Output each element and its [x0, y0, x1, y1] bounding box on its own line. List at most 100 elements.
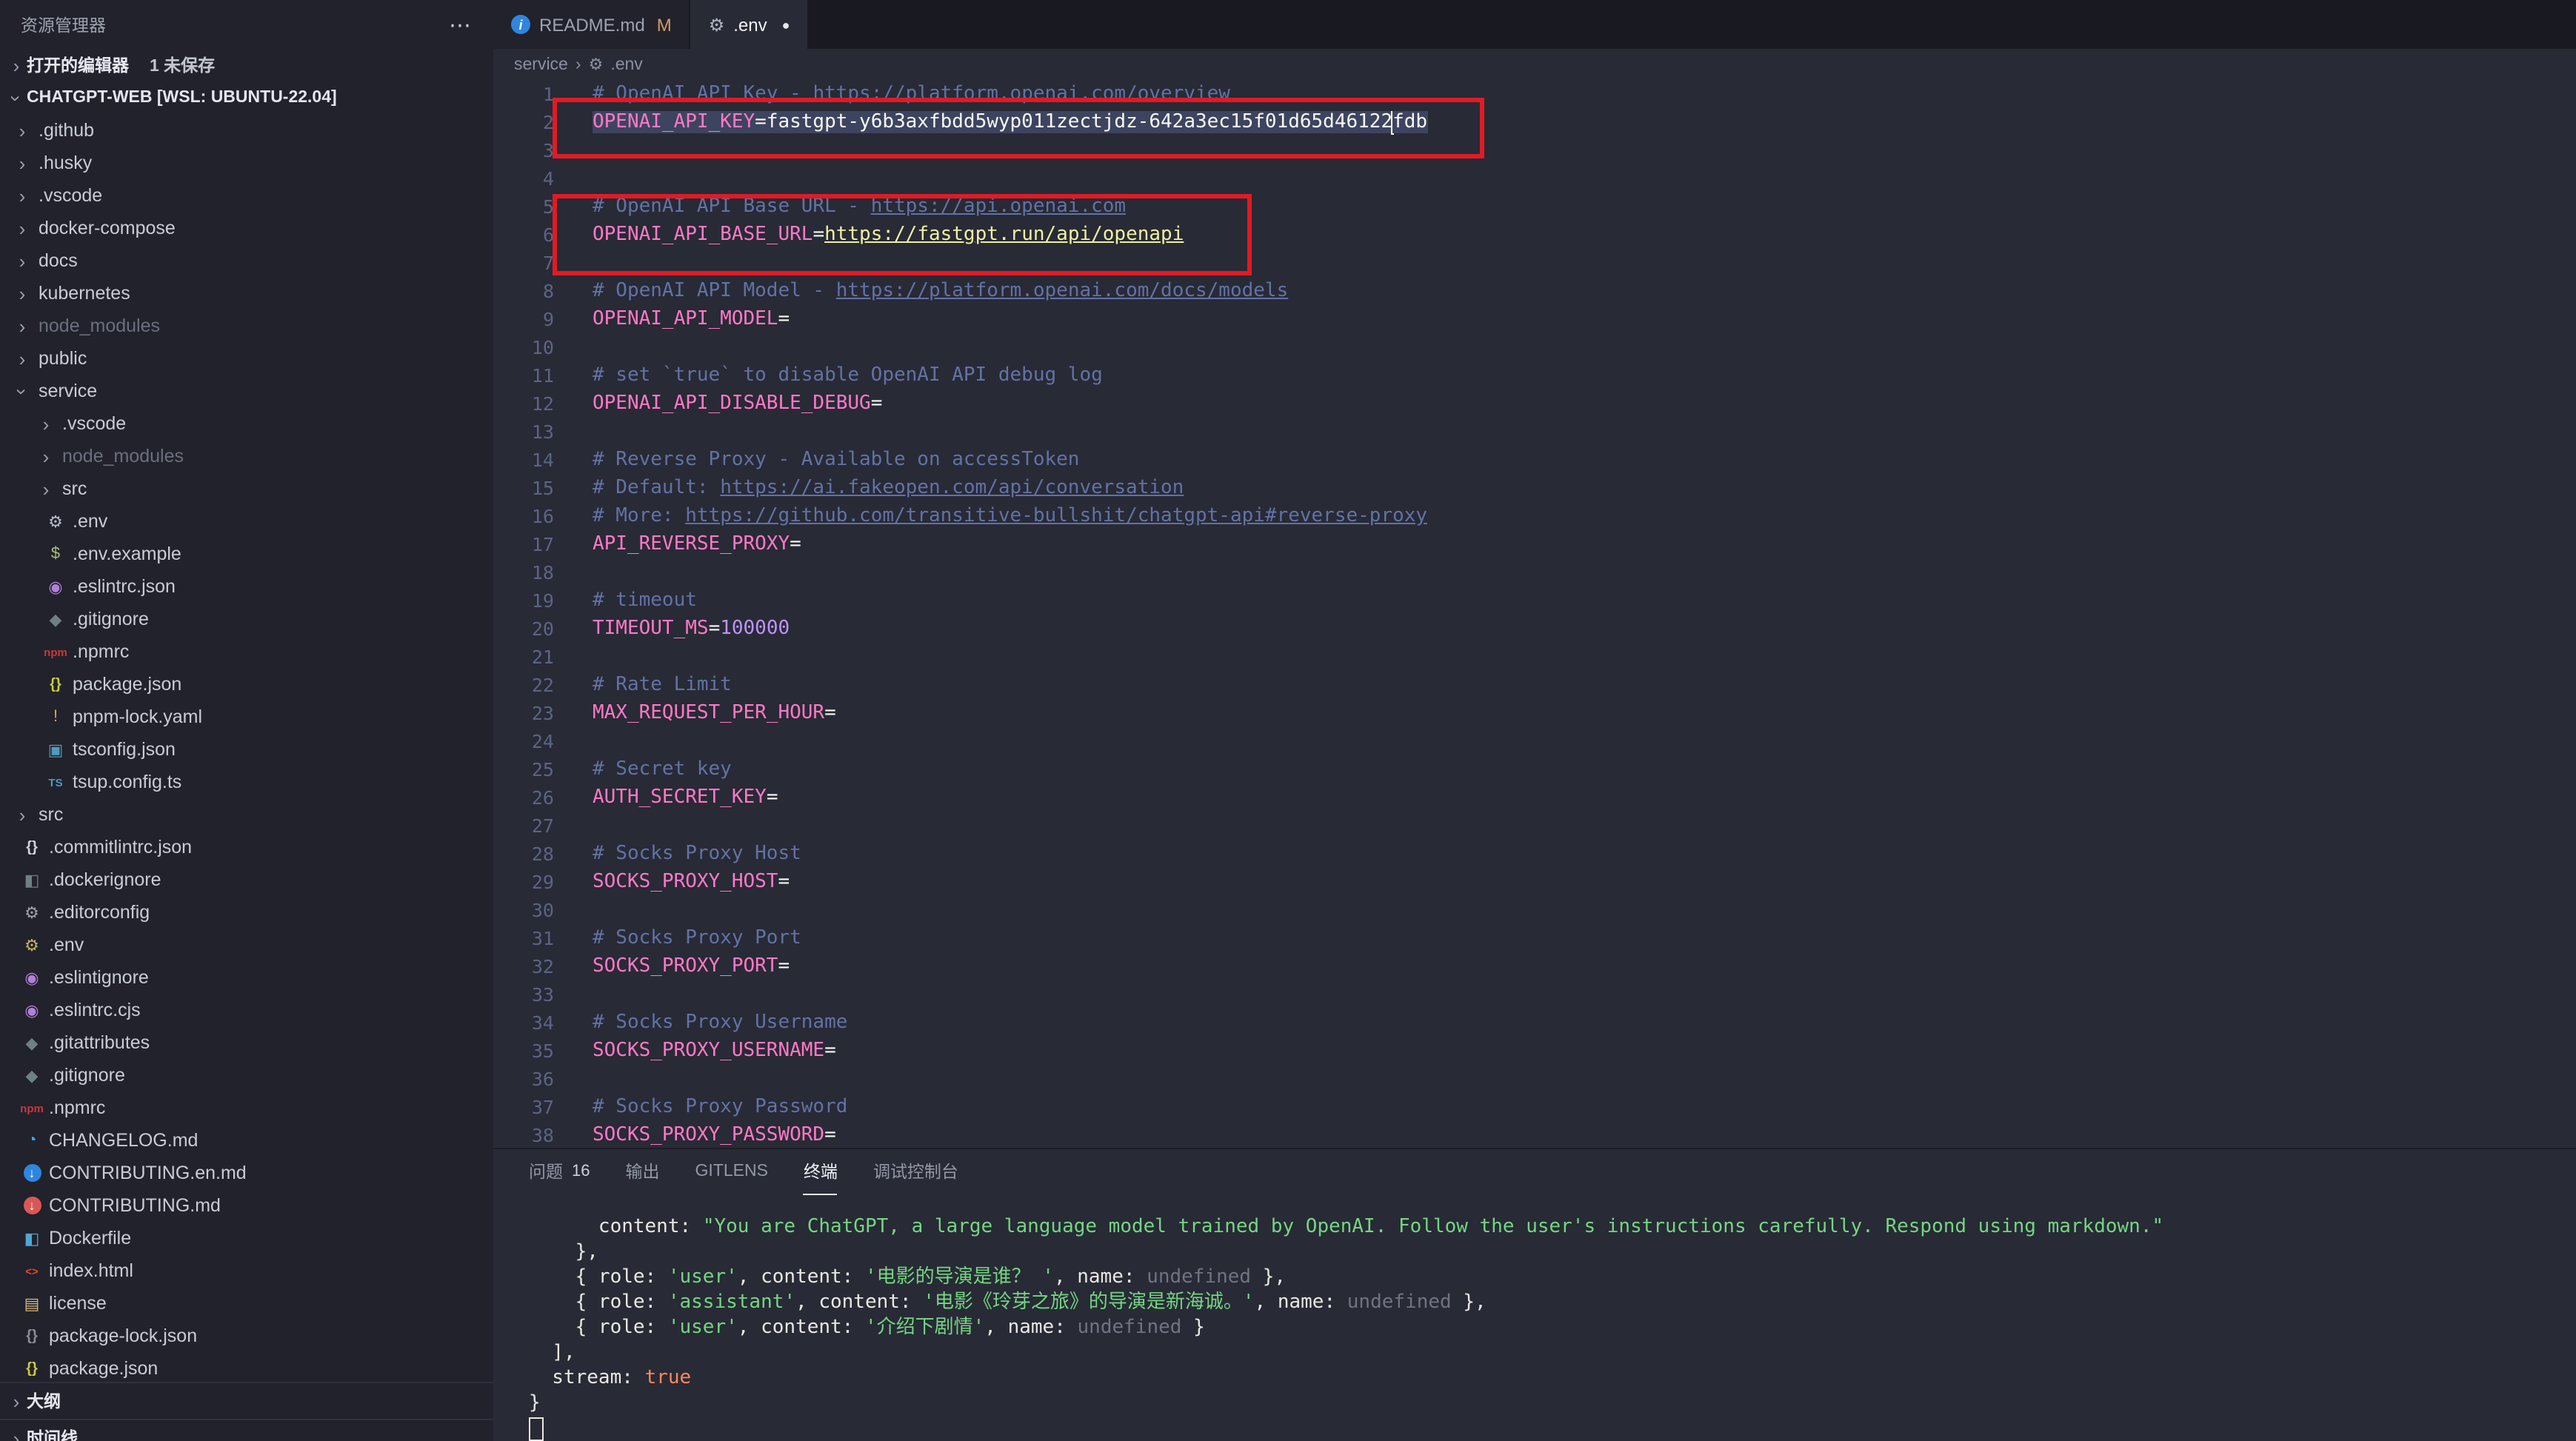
tree-item-.eslintrc.cjs[interactable]: ◉.eslintrc.cjs: [0, 994, 493, 1026]
code-line[interactable]: 4: [493, 164, 2576, 193]
tree-item-node-modules[interactable]: ›node_modules: [0, 440, 493, 472]
code-line[interactable]: 34# Socks Proxy Username: [493, 1009, 2576, 1037]
code-line[interactable]: 16# More: https://github.com/transitive-…: [493, 502, 2576, 530]
code-line[interactable]: 2OPENAI_API_KEY=fastgpt-y6b3axfbdd5wyp01…: [493, 108, 2576, 136]
project-root-section[interactable]: › CHATGPT-WEB [WSL: UBUNTU-22.04]: [0, 81, 493, 114]
code-line[interactable]: 11# set `true` to disable OpenAI API deb…: [493, 361, 2576, 389]
code-line[interactable]: 35SOCKS_PROXY_USERNAME=: [493, 1037, 2576, 1065]
bottom-panel: 问题16 输出 GITLENS 终端调试控制台 content: "You are C…: [493, 1148, 2576, 1441]
tree-item-tsconfig.json[interactable]: ▣tsconfig.json: [0, 733, 493, 766]
tree-item-.vscode[interactable]: ›.vscode: [0, 407, 493, 440]
code-line[interactable]: 23MAX_REQUEST_PER_HOUR=: [493, 699, 2576, 727]
code-line[interactable]: 1# OpenAI API Key - https://platform.ope…: [493, 80, 2576, 108]
code-line[interactable]: 29SOCKS_PROXY_HOST=: [493, 868, 2576, 896]
code-line[interactable]: 30: [493, 896, 2576, 924]
breadcrumb-folder[interactable]: service: [514, 56, 568, 73]
tree-item-package.json[interactable]: {}package.json: [0, 668, 493, 701]
tree-item-license[interactable]: ▤license: [0, 1287, 493, 1320]
code-line[interactable]: 20TIMEOUT_MS=100000: [493, 615, 2576, 643]
code-line[interactable]: 9OPENAI_API_MODEL=: [493, 305, 2576, 333]
code-line[interactable]: 12OPENAI_API_DISABLE_DEBUG=: [493, 389, 2576, 418]
tree-item-kubernetes[interactable]: ›kubernetes: [0, 277, 493, 310]
open-editors-section[interactable]: › 打开的编辑器 1 未保存: [0, 49, 493, 81]
code-line[interactable]: 27: [493, 812, 2576, 840]
code-line[interactable]: 22# Rate Limit: [493, 671, 2576, 699]
tree-item-contributing.md[interactable]: ↓CONTRIBUTING.md: [0, 1189, 493, 1222]
code-line[interactable]: 8# OpenAI API Model - https://platform.o…: [493, 277, 2576, 305]
code-line[interactable]: 26AUTH_SECRET_KEY=: [493, 783, 2576, 812]
tree-item-index.html[interactable]: <>index.html: [0, 1254, 493, 1287]
tree-item-service[interactable]: ›service: [0, 375, 493, 407]
code-line[interactable]: 38SOCKS_PROXY_PASSWORD=: [493, 1121, 2576, 1148]
code-line[interactable]: 18: [493, 558, 2576, 586]
tree-item-.gitattributes[interactable]: ◆.gitattributes: [0, 1026, 493, 1059]
tree-item-.npmrc[interactable]: npm.npmrc: [0, 635, 493, 668]
tree-item-label: .gitignore: [49, 1065, 125, 1086]
tree-item-changelog.md[interactable]: ◔CHANGELOG.md: [0, 1124, 493, 1157]
code-line[interactable]: 19# timeout: [493, 586, 2576, 615]
tree-item-dockerfile[interactable]: ◧Dockerfile: [0, 1222, 493, 1254]
outline-section[interactable]: › 大纲: [0, 1382, 493, 1419]
timeline-section[interactable]: › 时间线: [0, 1419, 493, 1441]
terminal[interactable]: content: "You are ChatGPT, a large langu…: [493, 1194, 2576, 1441]
code-line[interactable]: 24: [493, 727, 2576, 755]
tree-item-pnpm-lock.yaml[interactable]: !pnpm-lock.yaml: [0, 701, 493, 733]
tree-item-docs[interactable]: ›docs: [0, 244, 493, 277]
tree-item-.env[interactable]: ⚙.env: [0, 929, 493, 961]
tree-item-.env.example[interactable]: $.env.example: [0, 538, 493, 570]
tree-item-.gitignore[interactable]: ◆.gitignore: [0, 1059, 493, 1091]
tree-item-.env[interactable]: ⚙.env: [0, 505, 493, 538]
code-editor[interactable]: 1# OpenAI API Key - https://platform.ope…: [493, 80, 2576, 1148]
tab-env[interactable]: ⚙ .env ●: [691, 0, 810, 49]
gear-icon: ⚙: [21, 901, 43, 923]
tree-item-.husky[interactable]: ›.husky: [0, 147, 493, 179]
line-number: 32: [493, 952, 593, 980]
code-line[interactable]: 17API_REVERSE_PROXY=: [493, 530, 2576, 558]
tree-item-.eslintignore[interactable]: ◉.eslintignore: [0, 961, 493, 994]
panel-tab-output[interactable]: 输出: [626, 1149, 660, 1194]
code-line[interactable]: 31# Socks Proxy Port: [493, 924, 2576, 952]
code-line[interactable]: 36: [493, 1065, 2576, 1093]
code-line[interactable]: 3: [493, 136, 2576, 164]
code-line[interactable]: 6OPENAI_API_BASE_URL=https://fastgpt.run…: [493, 221, 2576, 249]
panel-tab-problems[interactable]: 问题16: [529, 1149, 590, 1194]
tree-item-docker-compose[interactable]: ›docker-compose: [0, 212, 493, 244]
code-line[interactable]: 15# Default: https://ai.fakeopen.com/api…: [493, 474, 2576, 502]
tree-item-tsup.config.ts[interactable]: TStsup.config.ts: [0, 766, 493, 798]
tree-item-.dockerignore[interactable]: ◧.dockerignore: [0, 863, 493, 896]
tree-item-package.json[interactable]: {}package.json: [0, 1352, 493, 1385]
code-line[interactable]: 5# OpenAI API Base URL - https://api.ope…: [493, 193, 2576, 221]
panel-tab-debug-console[interactable]: 调试控制台: [873, 1149, 958, 1194]
code-line[interactable]: 10: [493, 333, 2576, 361]
tsconfig-icon: ▣: [44, 738, 67, 760]
code-line[interactable]: 33: [493, 980, 2576, 1009]
code-line[interactable]: 28# Socks Proxy Host: [493, 840, 2576, 868]
tab-readme[interactable]: i README.md M: [493, 0, 691, 49]
code-line[interactable]: 14# Reverse Proxy - Available on accessT…: [493, 446, 2576, 474]
code-line[interactable]: 7: [493, 249, 2576, 277]
more-actions-icon[interactable]: ⋯: [449, 11, 473, 38]
tree-item-src[interactable]: ›src: [0, 472, 493, 505]
code-line[interactable]: 21: [493, 643, 2576, 671]
tree-item-.editorconfig[interactable]: ⚙.editorconfig: [0, 896, 493, 929]
tree-item-.commitlintrc.json[interactable]: {}.commitlintrc.json: [0, 831, 493, 863]
breadcrumb-file[interactable]: .env: [610, 56, 643, 73]
tree-item-src[interactable]: ›src: [0, 798, 493, 831]
tree-item-node-modules[interactable]: ›node_modules: [0, 310, 493, 342]
npm-icon: npm: [21, 1097, 43, 1119]
unsaved-dot-icon[interactable]: ●: [782, 17, 790, 32]
tree-item-.eslintrc.json[interactable]: ◉.eslintrc.json: [0, 570, 493, 603]
code-line[interactable]: 13: [493, 418, 2576, 446]
tree-item-.github[interactable]: ›.github: [0, 114, 493, 147]
panel-tab-terminal[interactable]: 终端: [804, 1149, 838, 1194]
tree-item-.vscode[interactable]: ›.vscode: [0, 179, 493, 212]
code-line[interactable]: 25# Secret key: [493, 755, 2576, 783]
tree-item-contributing.en.md[interactable]: ↓CONTRIBUTING.en.md: [0, 1157, 493, 1189]
tree-item-package-lock.json[interactable]: {}package-lock.json: [0, 1320, 493, 1352]
tree-item-.npmrc[interactable]: npm.npmrc: [0, 1091, 493, 1124]
code-line[interactable]: 37# Socks Proxy Password: [493, 1093, 2576, 1121]
tree-item-.gitignore[interactable]: ◆.gitignore: [0, 603, 493, 635]
panel-tab-gitlens[interactable]: GITLENS: [695, 1149, 768, 1194]
tree-item-public[interactable]: ›public: [0, 342, 493, 375]
code-line[interactable]: 32SOCKS_PROXY_PORT=: [493, 952, 2576, 980]
